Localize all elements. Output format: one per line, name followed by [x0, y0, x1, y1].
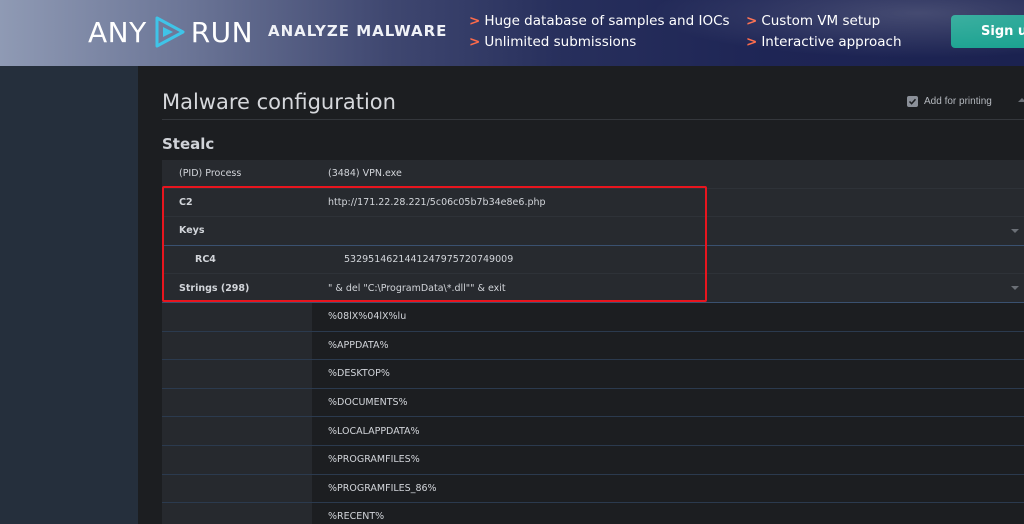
string-list-item: %RECENT%: [162, 503, 1024, 524]
sidebar: [0, 66, 138, 524]
chevron-up-icon[interactable]: [1018, 98, 1024, 102]
check-icon: [908, 98, 917, 105]
config-row-strings[interactable]: Strings (298) " & del "C:\ProgramData\*.…: [162, 274, 1024, 303]
string-list-item: %APPDATA%: [162, 331, 1024, 361]
config-table: (PID) Process (3484) VPN.exe C2 http://1…: [162, 160, 1024, 524]
chevron-down-icon[interactable]: [1011, 286, 1019, 291]
feature-item: > Custom VM setup: [746, 13, 880, 29]
anyrun-logo[interactable]: ANY RUN: [88, 12, 253, 52]
config-row-rc4: RC4 5329514621441247975720749009: [162, 245, 1024, 275]
empty-key-cell: [162, 388, 312, 417]
row-value: 5329514621441247975720749009: [344, 254, 514, 266]
arrow-icon: >: [469, 34, 481, 50]
row-key: (PID) Process: [179, 168, 242, 180]
string-list-item: %LOCALAPPDATA%: [162, 417, 1024, 446]
config-row-keys[interactable]: Keys: [162, 217, 1024, 246]
row-key: RC4: [195, 254, 216, 266]
string-value: %RECENT%: [328, 511, 385, 523]
string-list-item: %PROGRAMFILES%: [162, 445, 1024, 475]
string-list-item: %DOCUMENTS%: [162, 388, 1024, 418]
arrow-icon: >: [746, 34, 758, 50]
print-checkbox[interactable]: [907, 96, 918, 107]
feature-text: Interactive approach: [761, 34, 902, 50]
anyrun-play-icon: [155, 16, 185, 48]
row-key: Keys: [179, 225, 205, 237]
feature-text: Huge database of samples and IOCs: [484, 13, 730, 29]
chevron-down-icon[interactable]: [1011, 229, 1019, 234]
logo-text-run: RUN: [190, 15, 254, 49]
config-row-process: (PID) Process (3484) VPN.exe: [162, 160, 1024, 189]
string-list-item: %PROGRAMFILES_86%: [162, 474, 1024, 504]
print-label: Add for printing: [924, 96, 992, 107]
empty-key-cell: [162, 360, 312, 388]
string-list-item: %08lX%04lX%lu: [162, 302, 1024, 332]
empty-key-cell: [162, 331, 312, 360]
feature-item: > Huge database of samples and IOCs: [469, 13, 730, 29]
promo-banner[interactable]: ANY RUN ANALYZE MALWARE > Huge database o…: [0, 0, 1024, 66]
add-for-printing-toggle[interactable]: Add for printing: [907, 96, 992, 107]
row-value: (3484) VPN.exe: [328, 168, 402, 180]
string-value: %DOCUMENTS%: [328, 397, 408, 409]
arrow-icon: >: [469, 13, 481, 29]
feature-item: > Unlimited submissions: [469, 34, 636, 50]
empty-key-cell: [162, 474, 312, 503]
arrow-icon: >: [746, 13, 758, 29]
empty-key-cell: [162, 302, 312, 331]
row-key: Strings (298): [179, 282, 250, 294]
string-list-item: %DESKTOP%: [162, 360, 1024, 389]
config-row-c2: C2 http://171.22.28.221/5c06c05b7b34e8e6…: [162, 188, 1024, 218]
string-value: %APPDATA%: [328, 339, 389, 351]
banner-tagline: ANALYZE MALWARE: [268, 22, 448, 40]
string-value: %DESKTOP%: [328, 368, 390, 380]
row-value: http://171.22.28.221/5c06c05b7b34e8e6.ph…: [328, 196, 546, 208]
malware-family-name: Stealc: [162, 135, 215, 153]
main-panel: Malware configuration Add for printing S…: [138, 66, 1024, 524]
row-value: " & del "C:\ProgramData\*.dll"" & exit: [328, 282, 506, 294]
page-title: Malware configuration: [162, 90, 396, 114]
string-value: %LOCALAPPDATA%: [328, 425, 420, 437]
feature-item: > Interactive approach: [746, 34, 902, 50]
divider: [162, 119, 1024, 120]
signup-button[interactable]: Sign up: [951, 15, 1024, 48]
logo-text-any: ANY: [88, 15, 147, 49]
empty-key-cell: [162, 503, 312, 524]
empty-key-cell: [162, 417, 312, 445]
string-value: %08lX%04lX%lu: [328, 311, 407, 323]
string-value: %PROGRAMFILES%: [328, 454, 420, 466]
feature-text: Unlimited submissions: [484, 34, 637, 50]
row-key: C2: [179, 196, 193, 208]
string-value: %PROGRAMFILES_86%: [328, 482, 437, 494]
feature-text: Custom VM setup: [761, 13, 881, 29]
empty-key-cell: [162, 445, 312, 474]
